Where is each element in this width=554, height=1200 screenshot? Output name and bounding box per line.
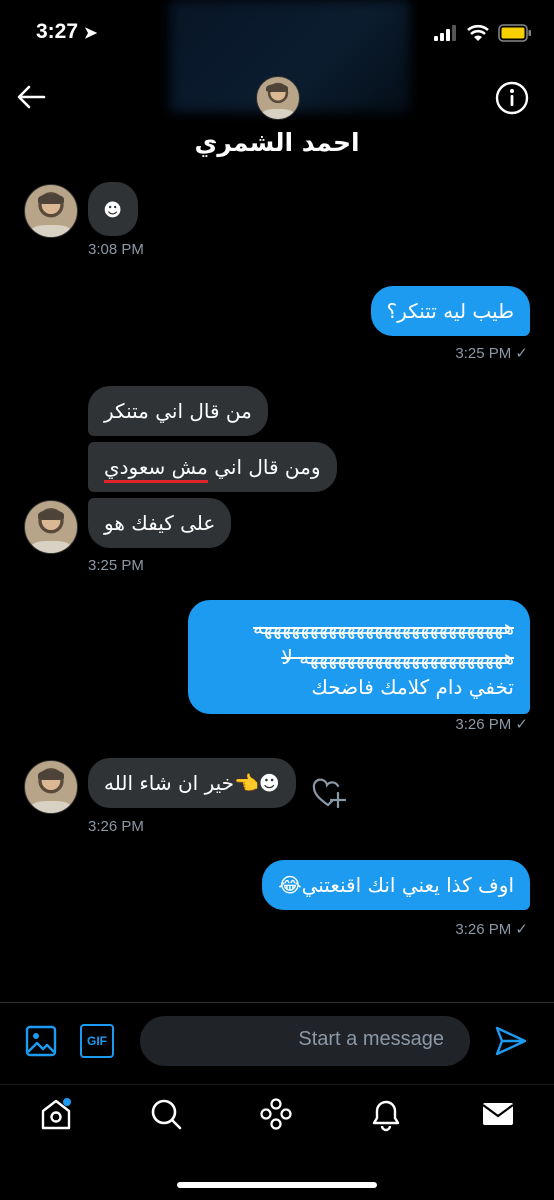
message-text: ومن قال اني [207, 455, 321, 479]
battery-icon [498, 24, 531, 42]
message-timestamp: 3:26 PM ✓ [455, 716, 528, 733]
message-line-strike: ههههههههههههههههههههههه لا [281, 645, 514, 669]
search-icon [151, 1099, 182, 1130]
back-button[interactable] [14, 80, 48, 114]
nav-home[interactable] [38, 1096, 74, 1136]
nav-divider [0, 1084, 554, 1085]
wifi-icon [467, 24, 489, 41]
message-input-placeholder: Start a message [298, 1028, 444, 1050]
nav-messages[interactable] [480, 1096, 516, 1136]
image-icon [25, 1025, 57, 1057]
bell-icon [372, 1100, 400, 1132]
message-bubble-outgoing[interactable]: اوف كذا يعني انك اقنعتني😂 [262, 860, 530, 910]
sender-avatar[interactable] [24, 760, 78, 814]
message-timestamp: 3:25 PM ✓ [455, 345, 528, 362]
message-bubble-incoming[interactable]: ☻👈خير ان شاء الله [88, 758, 296, 808]
conversation-title[interactable]: احمد الشمري [0, 128, 554, 157]
nav-notifications[interactable] [368, 1096, 404, 1136]
send-button[interactable] [494, 1024, 528, 1062]
nav-spaces[interactable] [258, 1096, 294, 1136]
sender-avatar[interactable] [24, 500, 78, 554]
message-line: تخفي دام كلامك فاضحك [311, 675, 514, 699]
message-timestamp: 3:08 PM [88, 241, 144, 258]
media-button[interactable] [24, 1024, 58, 1062]
clock-text: 3:27 [36, 20, 79, 43]
nav-search[interactable] [148, 1096, 184, 1136]
info-icon [495, 81, 529, 115]
message-timestamp: 3:26 PM [88, 818, 144, 835]
message-bubble-incoming[interactable]: ☻ [88, 182, 138, 236]
location-arrow-icon: ➤ [83, 25, 98, 42]
heart-plus-icon [312, 778, 347, 809]
message-input[interactable]: Start a message [140, 1016, 470, 1066]
status-time: 3:27 ➤ [36, 20, 97, 44]
smile-icon: ☻ [103, 200, 122, 221]
message-bubble-incoming[interactable]: ومن قال اني مش سعودي [88, 442, 337, 492]
spaces-icon [260, 1098, 292, 1130]
home-icon [41, 1098, 71, 1130]
home-indicator [177, 1182, 377, 1188]
message-bubble-outgoing[interactable]: طيب ليه تتنكر؟ [370, 286, 530, 336]
react-button[interactable] [312, 778, 347, 814]
message-timestamp: 3:26 PM ✓ [455, 921, 528, 938]
arrow-left-icon [17, 85, 46, 109]
status-icons [434, 24, 532, 42]
highlighted-text: مش سعودي [104, 455, 208, 483]
info-button[interactable] [494, 80, 530, 116]
message-bubble-incoming[interactable]: على كيفك هو [88, 498, 232, 548]
message-timestamp: 3:25 PM [88, 557, 144, 574]
message-line-strike: هههههههههههههههههههههههههههه [253, 615, 514, 639]
composer-divider [0, 1002, 554, 1003]
send-icon [495, 1026, 527, 1056]
gif-button[interactable]: GIF [80, 1024, 114, 1058]
message-bubble-incoming[interactable]: من قال اني متنكر [88, 386, 268, 436]
gif-icon: GIF [87, 1034, 107, 1048]
header-avatar[interactable] [256, 76, 300, 120]
sender-avatar[interactable] [24, 184, 78, 238]
signal-icon [434, 25, 456, 41]
message-bubble-outgoing[interactable]: هههههههههههههههههههههههههههه ههههههههههه… [188, 600, 530, 714]
mail-icon [482, 1103, 514, 1125]
